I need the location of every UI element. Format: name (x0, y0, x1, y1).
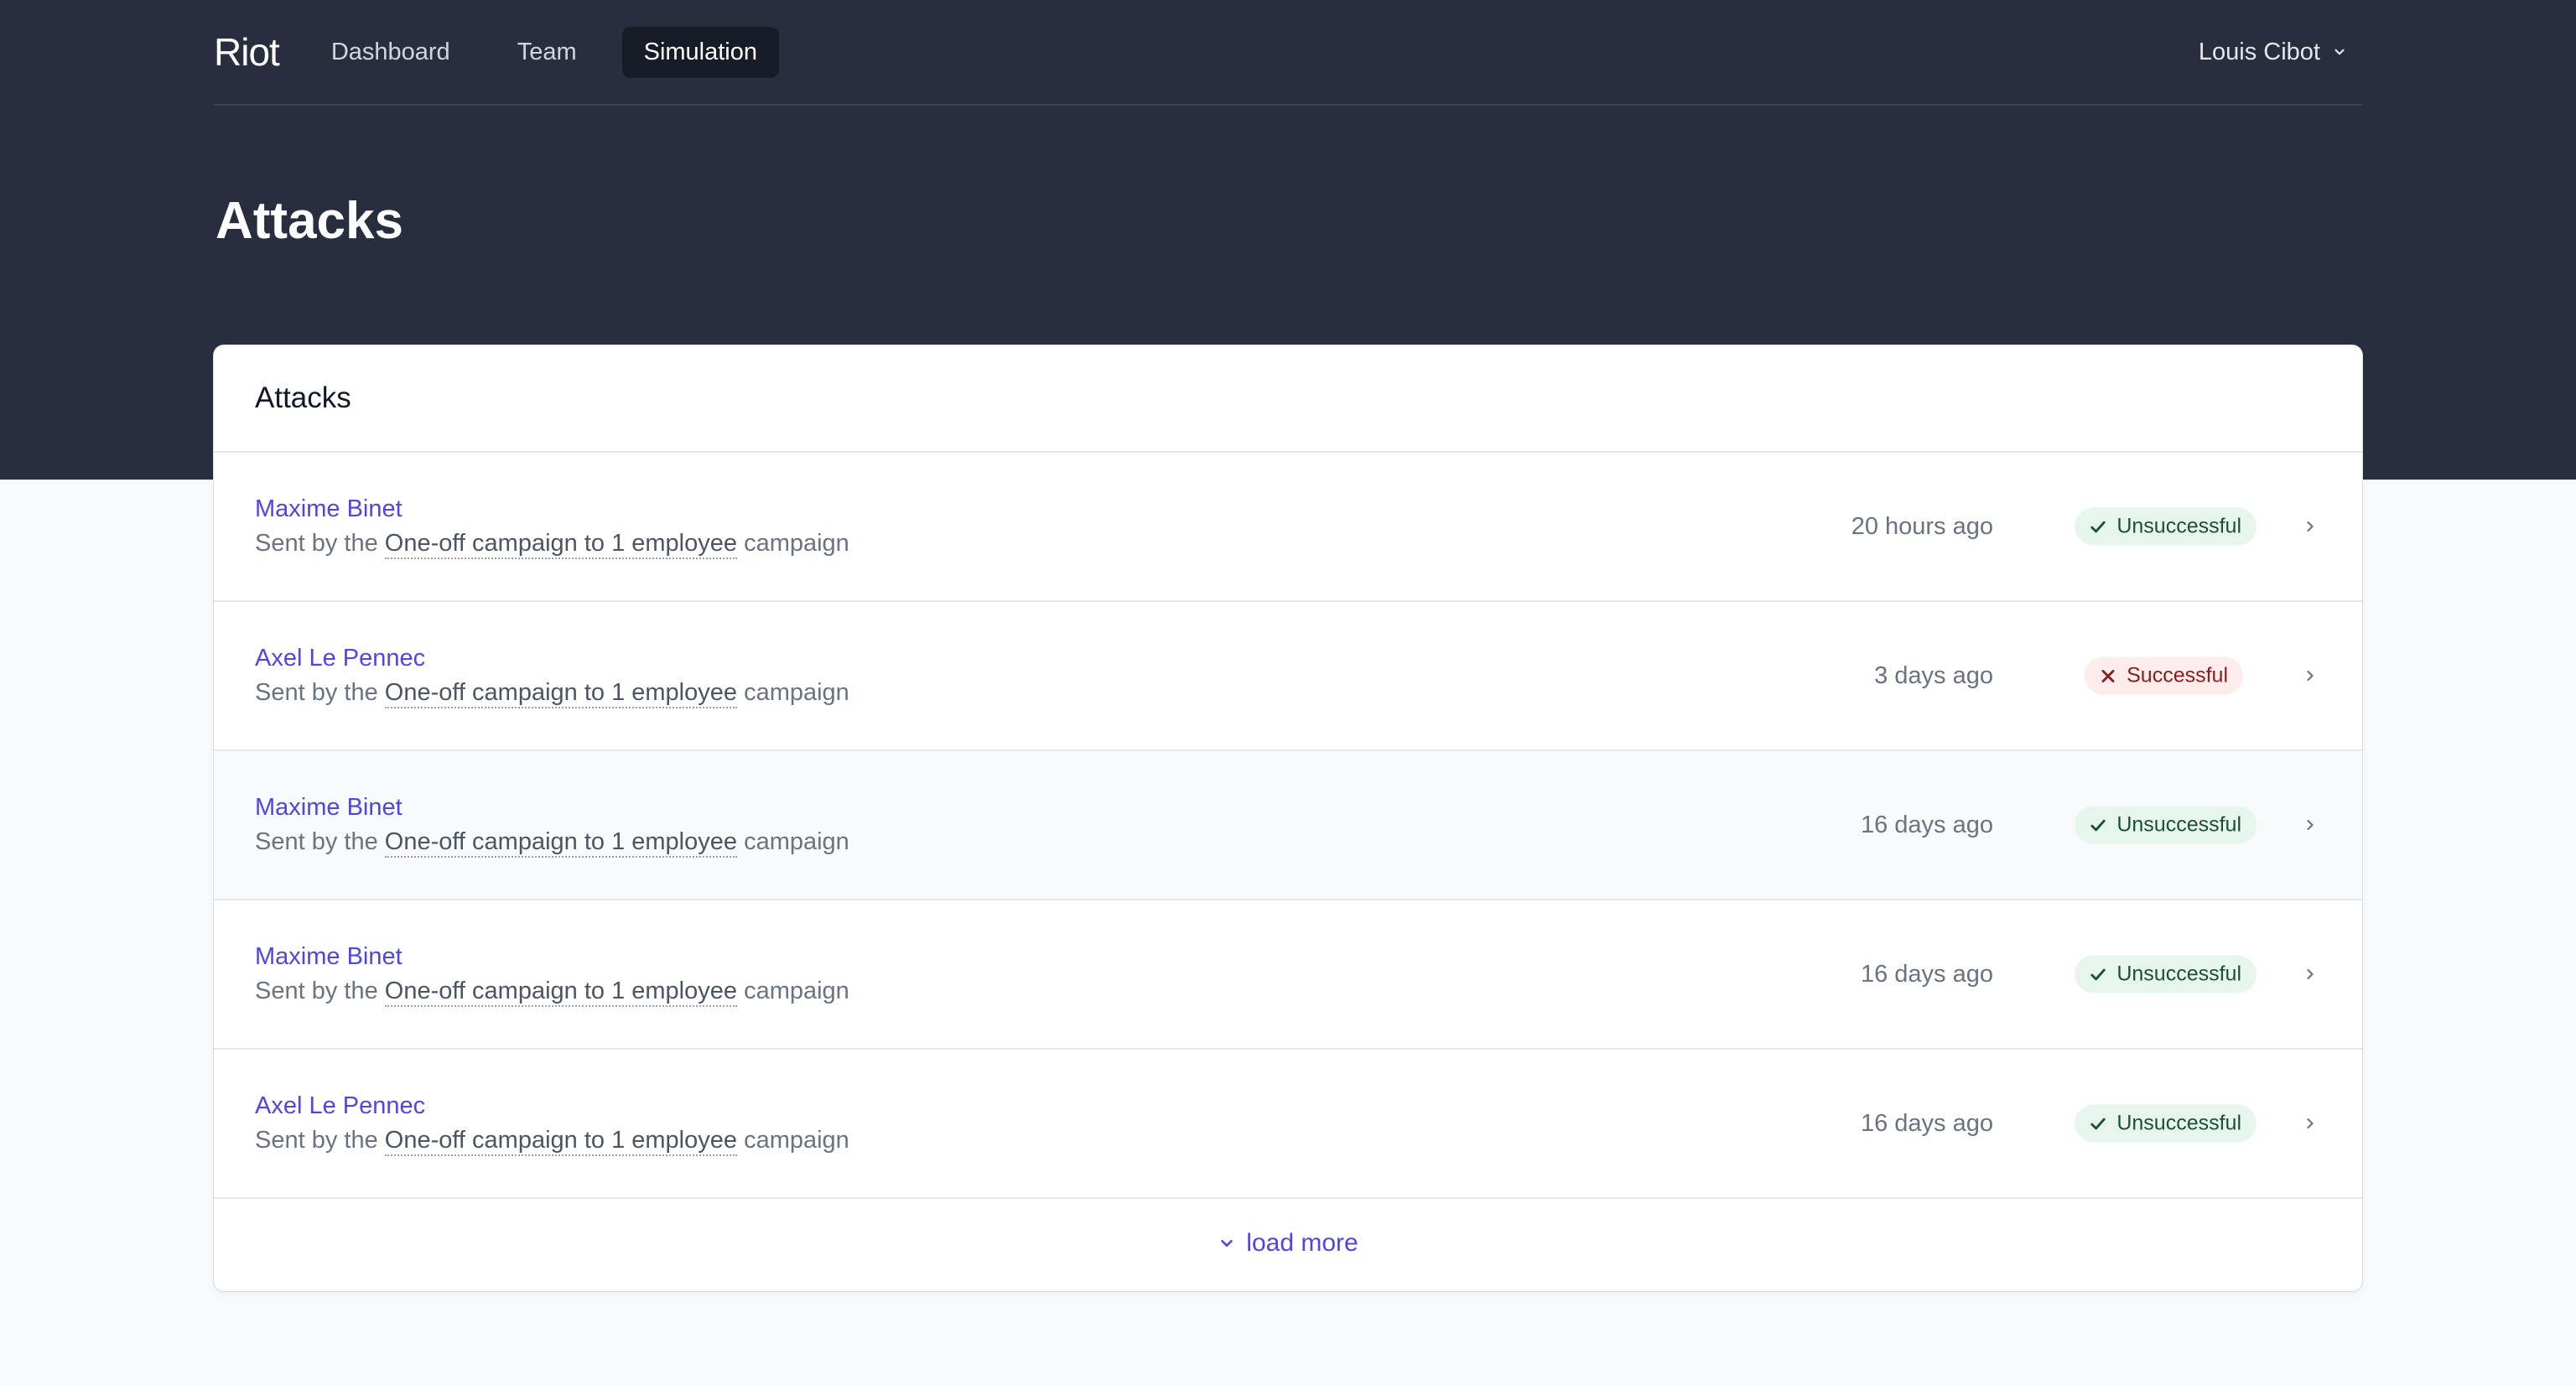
attack-row[interactable]: Axel Le Pennec Sent by the One-off campai… (214, 1050, 2362, 1199)
campaign-link[interactable]: One-off campaign to 1 employee (384, 828, 737, 858)
sent-prefix: Sent by the (255, 828, 378, 855)
sent-suffix: campaign (744, 978, 849, 1004)
x-icon (2101, 669, 2115, 682)
attack-time: 16 days ago (1860, 811, 1993, 838)
chevron-down-icon (1221, 1239, 1233, 1248)
sent-suffix: campaign (744, 1127, 849, 1154)
load-more-button[interactable]: load more (214, 1199, 2362, 1288)
chevron-right-icon[interactable] (2302, 817, 2319, 833)
sent-suffix: campaign (744, 530, 849, 557)
sent-prefix: Sent by the (255, 679, 378, 706)
attack-row[interactable]: Axel Le Pennec Sent by the One-off campai… (214, 602, 2362, 751)
status-badge: Unsuccessful (2075, 1104, 2257, 1143)
status-badge: Successful (2085, 656, 2243, 695)
status-badge: Unsuccessful (2075, 955, 2257, 993)
status-label: Unsuccessful (2116, 962, 2241, 986)
attack-time: 16 days ago (1860, 960, 1993, 988)
campaign-description: Sent by the One-off campaign to 1 employ… (255, 978, 849, 1007)
status-label: Unsuccessful (2116, 514, 2241, 538)
attack-row[interactable]: Maxime Binet Sent by the One-off campaign… (214, 751, 2362, 900)
load-more-label: load more (1246, 1229, 1358, 1257)
target-name[interactable]: Axel Le Pennec (255, 645, 849, 672)
attack-info: Maxime Binet Sent by the One-off campaign… (214, 495, 849, 559)
chevron-down-icon (2334, 49, 2345, 55)
attack-time: 16 days ago (1860, 1109, 1993, 1137)
card-title: Attacks (214, 345, 2362, 453)
attack-info: Axel Le Pennec Sent by the One-off campai… (214, 645, 849, 708)
sent-prefix: Sent by the (255, 978, 378, 1004)
chevron-right-icon[interactable] (2302, 966, 2319, 983)
campaign-description: Sent by the One-off campaign to 1 employ… (255, 1127, 849, 1156)
sent-suffix: campaign (744, 828, 849, 855)
chevron-right-icon[interactable] (2302, 667, 2319, 684)
top-navigation: Riot Dashboard Team Simulation Louis Cib… (214, 0, 2362, 106)
chevron-right-icon[interactable] (2302, 518, 2319, 535)
attacks-list: Maxime Binet Sent by the One-off campaign… (214, 453, 2362, 1199)
status-label: Successful (2127, 663, 2228, 687)
attack-row[interactable]: Maxime Binet Sent by the One-off campaign… (214, 453, 2362, 602)
target-name[interactable]: Maxime Binet (255, 794, 849, 822)
attacks-card: Attacks Maxime Binet Sent by the One-off … (214, 345, 2362, 1291)
campaign-description: Sent by the One-off campaign to 1 employ… (255, 530, 849, 559)
campaign-link[interactable]: One-off campaign to 1 employee (384, 978, 737, 1007)
sent-prefix: Sent by the (255, 530, 378, 557)
check-icon (2090, 521, 2106, 532)
status-badge: Unsuccessful (2075, 806, 2257, 844)
nav-item-dashboard[interactable]: Dashboard (309, 27, 472, 78)
target-name[interactable]: Axel Le Pennec (255, 1092, 849, 1120)
attack-time: 3 days ago (1874, 661, 1993, 689)
check-icon (2090, 819, 2106, 831)
nav-item-team[interactable]: Team (496, 27, 599, 78)
campaign-link[interactable]: One-off campaign to 1 employee (384, 679, 737, 708)
page-title: Attacks (216, 192, 403, 250)
user-menu[interactable]: Louis Cibot (2199, 39, 2347, 66)
attack-info: Axel Le Pennec Sent by the One-off campai… (214, 1092, 849, 1156)
attack-time: 20 hours ago (1851, 512, 1993, 540)
sent-suffix: campaign (744, 679, 849, 706)
campaign-link[interactable]: One-off campaign to 1 employee (384, 530, 737, 559)
target-name[interactable]: Maxime Binet (255, 943, 849, 971)
chevron-right-icon[interactable] (2302, 1115, 2319, 1132)
status-label: Unsuccessful (2116, 812, 2241, 837)
attack-info: Maxime Binet Sent by the One-off campaign… (214, 943, 849, 1007)
campaign-description: Sent by the One-off campaign to 1 employ… (255, 679, 849, 708)
nav-item-simulation[interactable]: Simulation (621, 26, 780, 78)
sent-prefix: Sent by the (255, 1127, 378, 1154)
campaign-description: Sent by the One-off campaign to 1 employ… (255, 828, 849, 858)
target-name[interactable]: Maxime Binet (255, 495, 849, 523)
status-label: Unsuccessful (2116, 1111, 2241, 1135)
user-name: Louis Cibot (2198, 38, 2320, 65)
attack-info: Maxime Binet Sent by the One-off campaign… (214, 794, 849, 858)
riot-logo[interactable]: Riot (214, 29, 280, 75)
campaign-link[interactable]: One-off campaign to 1 employee (384, 1127, 737, 1156)
status-badge: Unsuccessful (2075, 507, 2257, 546)
check-icon (2090, 968, 2106, 980)
check-icon (2090, 1118, 2106, 1129)
attack-row[interactable]: Maxime Binet Sent by the One-off campaign… (214, 900, 2362, 1050)
